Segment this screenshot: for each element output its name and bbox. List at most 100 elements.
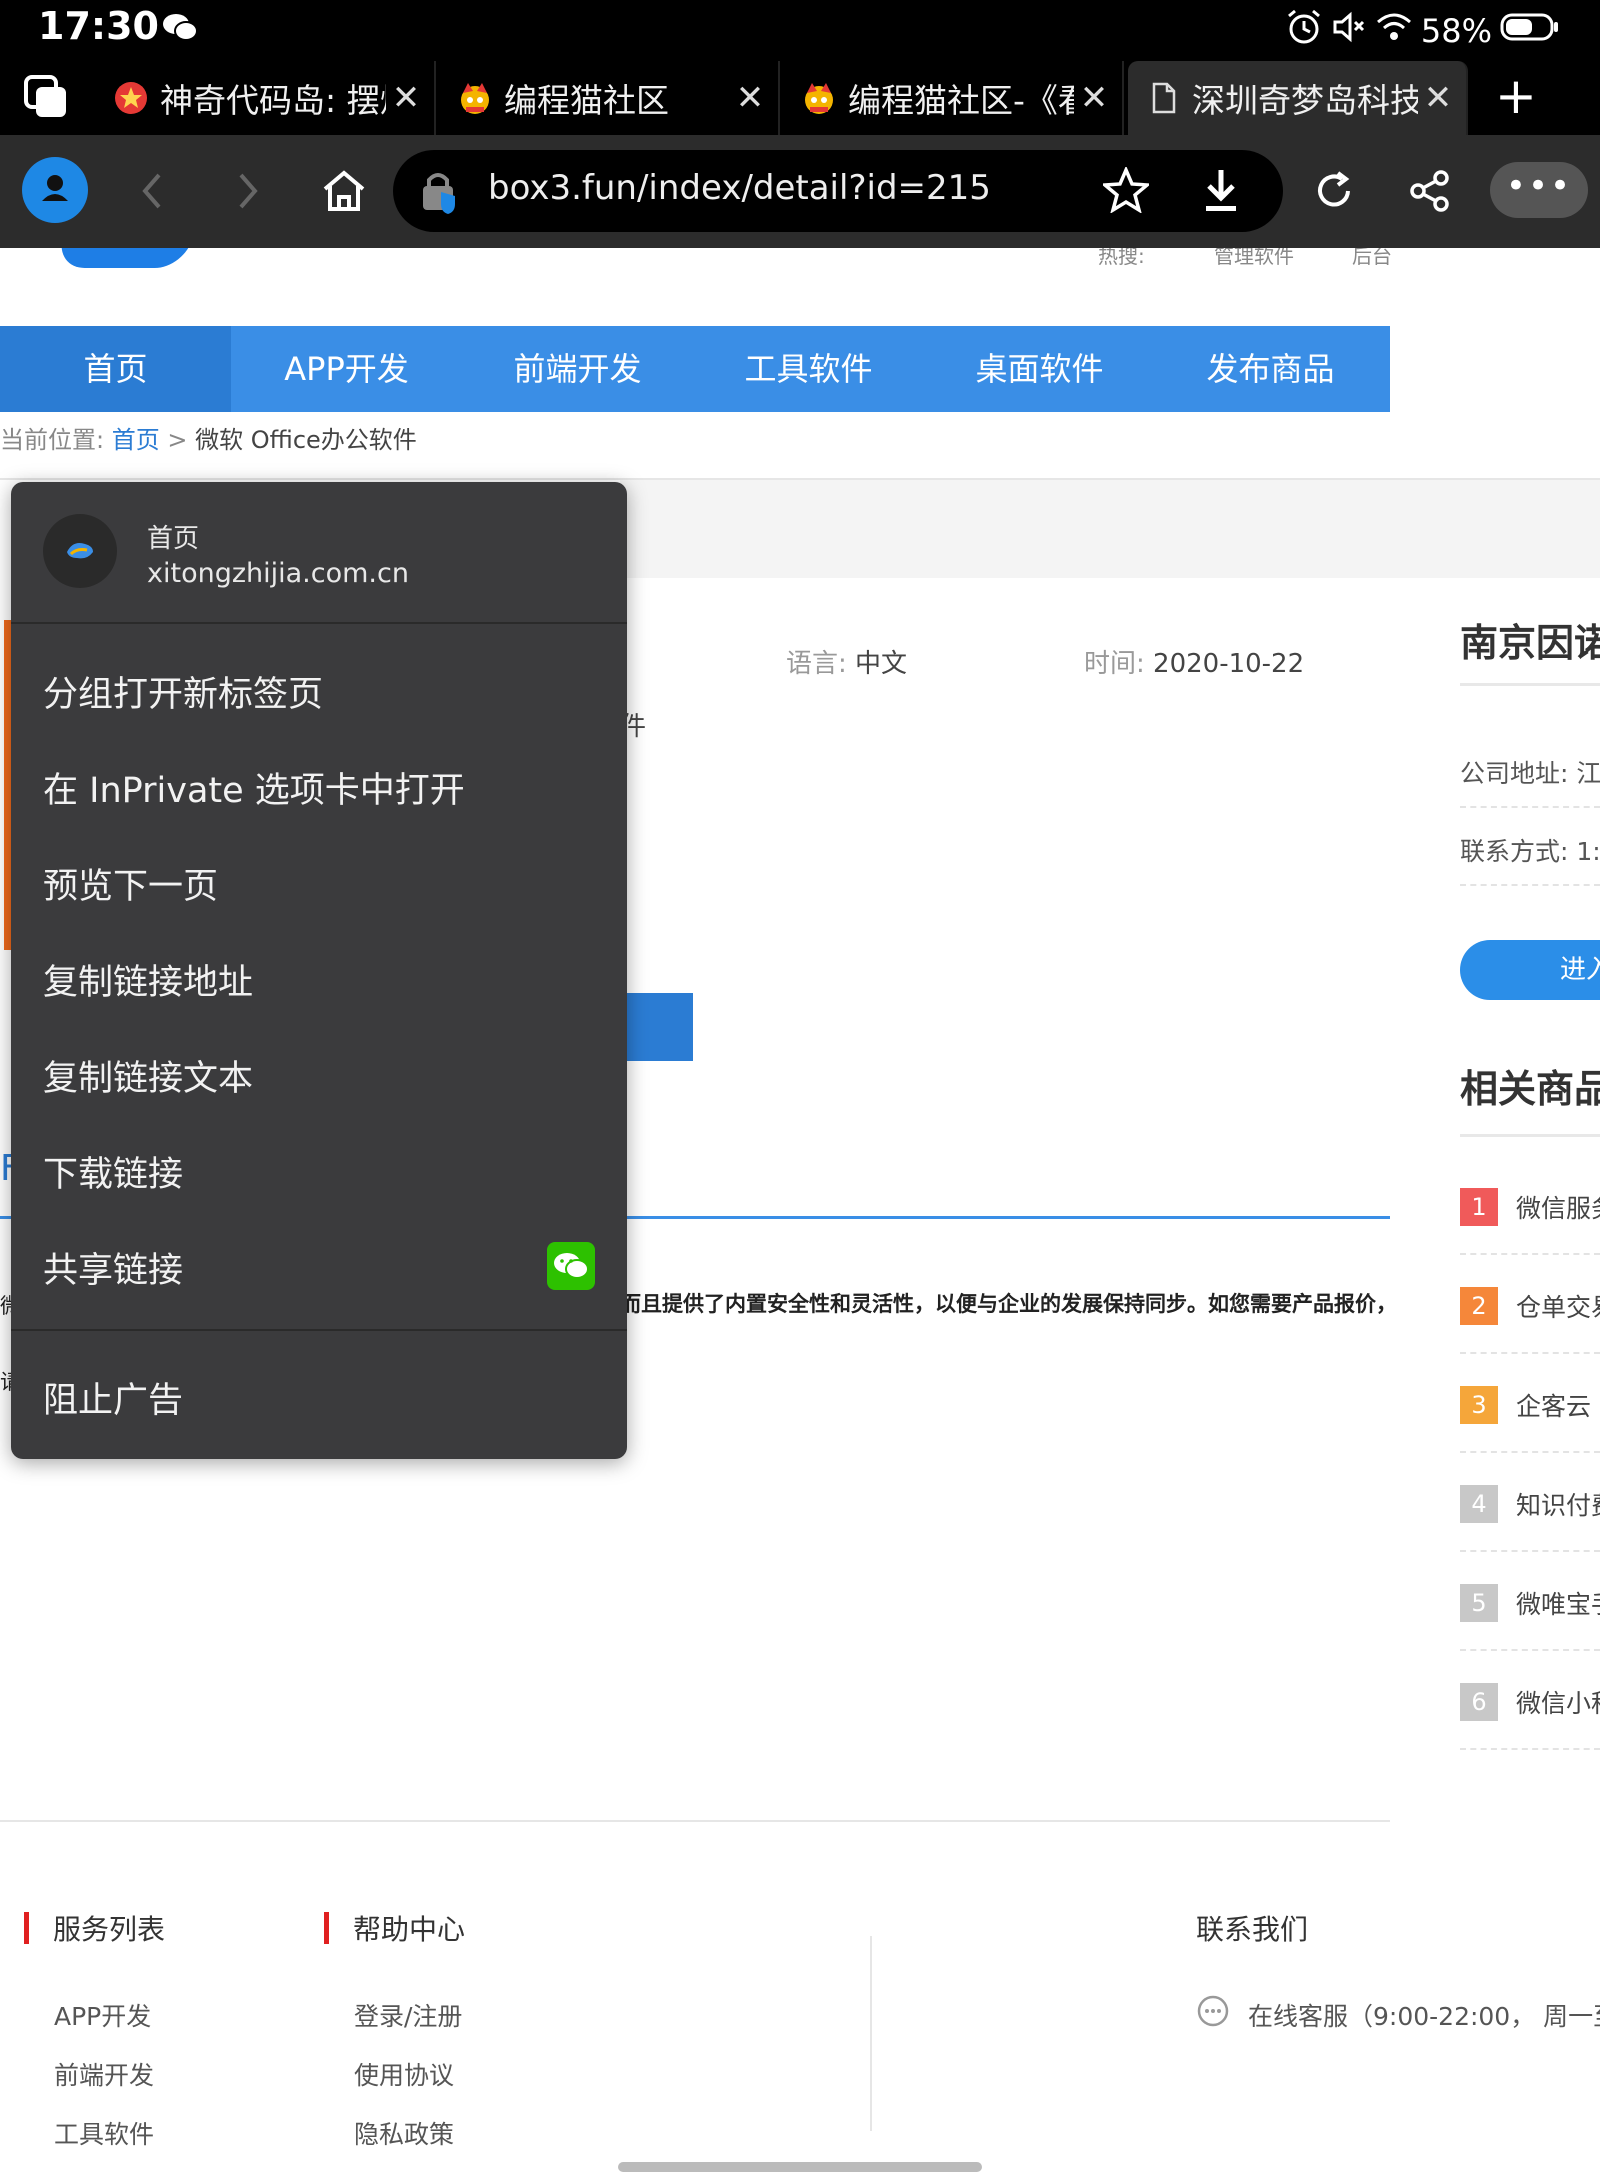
tab-0[interactable]: 神奇代码岛: 摆烂 ✕ <box>96 61 436 135</box>
rank-badge: 3 <box>1460 1386 1498 1424</box>
forward-icon[interactable] <box>220 163 276 219</box>
related-item[interactable]: 3 企客云 <box>1460 1386 1591 1424</box>
chat-bubble-icon <box>1196 1995 1230 2035</box>
footer-contact-heading: 联系我们 <box>1196 1908 1308 1948</box>
nav-publish[interactable]: 发布商品 <box>1155 326 1386 412</box>
related-item-name: 知识付费 <box>1516 1491 1600 1520</box>
breadcrumb-home[interactable]: 首页 <box>112 426 160 454</box>
share-icon[interactable] <box>1402 163 1458 219</box>
tab-bar: 神奇代码岛: 摆烂 ✕ 编程猫社区 ✕ 编程猫社区-《看 ✕ 深圳奇梦岛科技 ✕… <box>0 55 1600 135</box>
footer-link[interactable]: 工具软件 <box>54 2115 154 2151</box>
context-link-title: 首页 <box>147 524 200 554</box>
tab-3-active[interactable]: 深圳奇梦岛科技 ✕ <box>1128 61 1468 135</box>
address-label: 公司地址: <box>1460 759 1569 788</box>
nav-frontend-dev[interactable]: 前端开发 <box>462 326 693 412</box>
codemao-favicon-icon <box>458 81 492 115</box>
site-lock-icon[interactable] <box>419 168 459 218</box>
hot-search-link[interactable]: 管理软件 <box>1214 248 1294 269</box>
date-value: 2020-10-22 <box>1153 649 1305 679</box>
close-tab-icon[interactable]: ✕ <box>386 78 426 118</box>
related-item[interactable]: 4 知识付费 <box>1460 1485 1600 1523</box>
footer-divider <box>870 1936 872 2131</box>
enter-shop-button[interactable]: 进入 <box>1460 940 1600 1000</box>
box3-favicon-icon <box>114 81 148 115</box>
tab-1[interactable]: 编程猫社区 ✕ <box>440 61 780 135</box>
related-item-name: 仓单交易 <box>1516 1293 1600 1322</box>
language-meta: 语言: 中文 <box>786 643 907 680</box>
profile-avatar-icon[interactable] <box>22 157 88 223</box>
wechat-notification-icon <box>162 12 198 46</box>
main-nav: 首页 APP开发 前端开发 工具软件 桌面软件 发布商品 <box>0 326 1390 412</box>
menu-download-link[interactable]: 下载链接 <box>43 1146 183 1197</box>
codemao-favicon-icon <box>802 81 836 115</box>
divider <box>1460 1550 1600 1552</box>
divider <box>1460 1649 1600 1651</box>
breadcrumb: 当前位置: 首页 > 微软 Office办公软件 <box>0 420 417 455</box>
tab-2[interactable]: 编程猫社区-《看 ✕ <box>784 61 1124 135</box>
rank-badge: 1 <box>1460 1188 1498 1226</box>
nav-app-dev[interactable]: APP开发 <box>231 326 462 412</box>
more-options-button[interactable]: ••• <box>1490 162 1588 218</box>
back-icon[interactable] <box>124 163 180 219</box>
related-title: 相关商品 <box>1460 1067 1600 1111</box>
divider <box>1460 806 1600 808</box>
tab-label: 编程猫社区 <box>504 81 669 120</box>
hot-search-link[interactable]: 后台 <box>1352 248 1392 269</box>
footer-link[interactable]: 前端开发 <box>54 2056 154 2092</box>
divider <box>1460 1134 1600 1137</box>
footer-link[interactable]: 登录/注册 <box>354 1997 462 2033</box>
language-value: 中文 <box>855 649 908 679</box>
rank-badge: 6 <box>1460 1683 1498 1721</box>
online-service-text: 在线客服（9:00-22:00， 周一至 <box>1248 2002 1600 2031</box>
favorite-star-icon[interactable] <box>1100 165 1152 217</box>
battery-percent: 58% <box>1420 12 1492 50</box>
related-item[interactable]: 5 微唯宝手 <box>1460 1584 1600 1622</box>
close-tab-icon[interactable]: ✕ <box>1074 78 1114 118</box>
rank-badge: 5 <box>1460 1584 1498 1622</box>
browser-toolbar: box3.fun/index/detail?id=215 ••• <box>0 135 1600 248</box>
divider <box>1460 1451 1600 1453</box>
close-tab-icon[interactable]: ✕ <box>1418 78 1458 118</box>
address-value: 江 <box>1576 759 1600 788</box>
related-item-name: 微唯宝手 <box>1516 1590 1600 1619</box>
nav-tools[interactable]: 工具软件 <box>693 326 924 412</box>
download-icon[interactable] <box>1201 166 1241 218</box>
address-bar[interactable]: box3.fun/index/detail?id=215 <box>393 150 1283 232</box>
footer-link[interactable]: 使用协议 <box>354 2056 454 2092</box>
home-icon[interactable] <box>316 163 372 219</box>
online-service[interactable]: 在线客服（9:00-22:00， 周一至 <box>1196 1995 1600 2035</box>
breadcrumb-current: 微软 Office办公软件 <box>195 426 417 454</box>
breadcrumb-separator: > <box>167 426 188 454</box>
related-item[interactable]: 1 微信服务 <box>1460 1188 1600 1226</box>
menu-copy-link-address[interactable]: 复制链接地址 <box>43 954 253 1005</box>
context-menu-divider <box>11 1329 627 1331</box>
tab-switcher-icon[interactable] <box>22 73 72 123</box>
nav-desktop[interactable]: 桌面软件 <box>924 326 1155 412</box>
site-logo <box>54 248 196 268</box>
menu-open-in-group-tab[interactable]: 分组打开新标签页 <box>43 666 323 717</box>
wechat-share-icon[interactable] <box>547 1242 595 1290</box>
menu-copy-link-text[interactable]: 复制链接文本 <box>43 1050 253 1101</box>
nav-home[interactable]: 首页 <box>0 326 231 412</box>
menu-open-inprivate[interactable]: 在 InPrivate 选项卡中打开 <box>43 762 465 813</box>
contact-button[interactable] <box>620 993 693 1061</box>
home-indicator[interactable] <box>618 2162 982 2172</box>
new-tab-icon[interactable]: + <box>1495 67 1537 125</box>
footer-link[interactable]: APP开发 <box>54 1997 151 2033</box>
alarm-icon <box>1285 8 1323 54</box>
status-icons: 58% <box>1285 8 1560 54</box>
link-context-menu: 首页 xitongzhijia.com.cn 分组打开新标签页 在 InPriv… <box>11 482 627 1459</box>
menu-preview-page[interactable]: 预览下一页 <box>43 858 218 909</box>
related-item[interactable]: 2 仓单交易 <box>1460 1287 1600 1325</box>
hot-search-label: 热搜: <box>1098 248 1145 268</box>
close-tab-icon[interactable]: ✕ <box>730 78 770 118</box>
menu-share-link[interactable]: 共享链接 <box>43 1242 183 1293</box>
wifi-icon <box>1375 10 1413 52</box>
refresh-icon[interactable] <box>1306 163 1362 219</box>
footer-divider <box>0 1820 1390 1822</box>
menu-block-ads[interactable]: 阻止广告 <box>43 1372 183 1423</box>
footer-services-heading: 服务列表 <box>24 1908 165 1948</box>
footer-link[interactable]: 隐私政策 <box>354 2115 454 2151</box>
divider <box>1460 683 1600 686</box>
related-item[interactable]: 6 微信小程 <box>1460 1683 1600 1721</box>
